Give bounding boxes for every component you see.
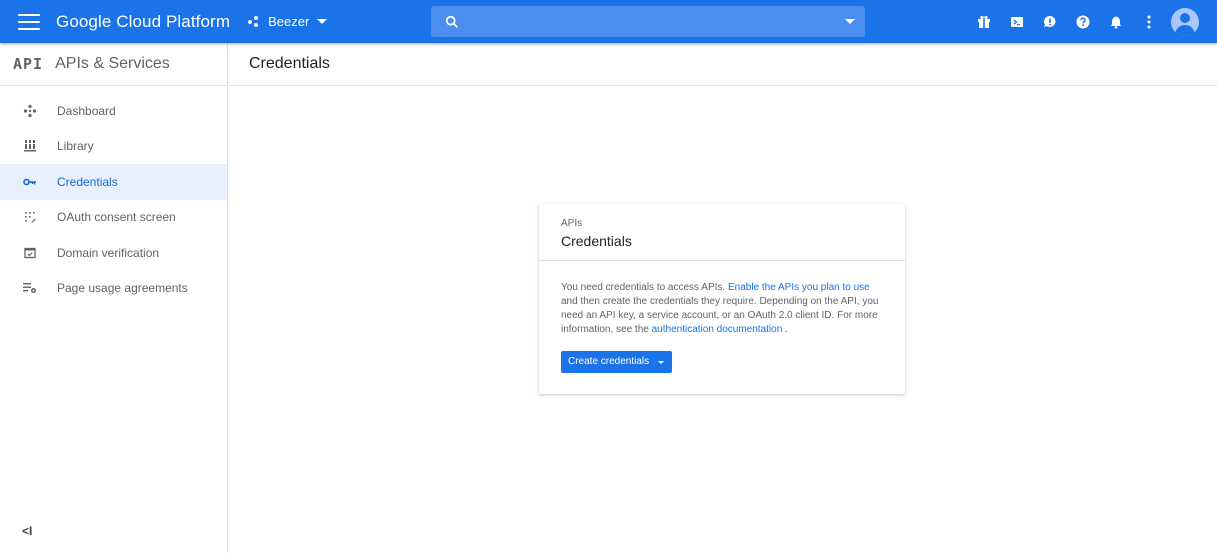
search-icon: [445, 15, 458, 28]
sidebar-item-label: Library: [57, 139, 94, 154]
sidebar-title[interactable]: APIs & Services: [55, 55, 170, 73]
card-body: You need credentials to access APIs. Ena…: [539, 261, 905, 373]
sidebar-item-page-usage[interactable]: Page usage agreements: [0, 271, 227, 307]
enable-apis-link[interactable]: Enable the APIs you plan to use: [728, 282, 870, 293]
search-bar[interactable]: [431, 6, 865, 37]
create-credentials-button[interactable]: Create credentials: [561, 351, 673, 373]
chevron-down-icon: [658, 360, 665, 364]
card-subtitle: APIs: [561, 218, 583, 229]
authentication-docs-link[interactable]: authentication documentation: [652, 324, 783, 335]
credentials-card: APIs Credentials You need credentials to…: [539, 204, 905, 394]
sidebar-header: API APIs & Services: [0, 43, 227, 86]
oauth-icon: [22, 209, 38, 225]
sidebar-item-label: OAuth consent screen: [57, 210, 176, 225]
sidebar-item-domain-verification[interactable]: Domain verification: [0, 235, 227, 271]
settings-list-icon: [22, 280, 38, 296]
card-title: Credentials: [561, 233, 632, 249]
sidebar-item-label: Credentials: [57, 174, 118, 189]
more-vert-icon[interactable]: [1141, 14, 1157, 30]
chevron-down-icon: [317, 19, 328, 24]
library-icon: [22, 138, 38, 154]
sidebar-item-label: Dashboard: [57, 103, 116, 118]
main-content: Credentials APIs Credentials You need cr…: [229, 43, 1217, 553]
help-icon[interactable]: [1075, 14, 1091, 30]
menu-icon[interactable]: [18, 13, 40, 30]
project-dots-icon: [248, 15, 262, 28]
project-selector[interactable]: Beezer: [248, 14, 328, 29]
card-header: APIs Credentials: [539, 204, 905, 261]
sidebar-item-credentials[interactable]: Credentials: [0, 164, 227, 200]
card-description: You need credentials to access APIs. Ena…: [561, 281, 883, 337]
sidebar-nav: Dashboard Library Credentials OAuth cons…: [0, 93, 227, 306]
feedback-icon[interactable]: [1042, 14, 1058, 30]
collapse-sidebar-button[interactable]: <I: [22, 524, 32, 538]
dashboard-icon: [22, 103, 38, 119]
search-input[interactable]: [469, 13, 845, 30]
sidebar-item-oauth-consent[interactable]: OAuth consent screen: [0, 200, 227, 236]
description-text-3: .: [785, 324, 788, 335]
page-title: Credentials: [249, 55, 330, 72]
project-name: Beezer: [268, 14, 310, 29]
api-logo: API: [13, 55, 44, 73]
sidebar: API APIs & Services Dashboard Library Cr…: [0, 43, 228, 553]
sidebar-item-dashboard[interactable]: Dashboard: [0, 93, 227, 129]
cloud-shell-icon[interactable]: [1009, 14, 1025, 30]
gift-icon[interactable]: [976, 14, 992, 30]
key-icon: [22, 174, 38, 190]
search-dropdown-icon[interactable]: [845, 19, 855, 24]
domain-verification-icon: [22, 245, 38, 261]
account-avatar[interactable]: [1171, 7, 1199, 36]
toolbar-icons: [959, 0, 1199, 43]
sidebar-item-library[interactable]: Library: [0, 129, 227, 165]
sidebar-item-label: Page usage agreements: [57, 281, 188, 296]
sidebar-item-label: Domain verification: [57, 245, 160, 260]
bell-icon[interactable]: [1108, 14, 1124, 30]
top-bar: Google Cloud Platform Beezer: [0, 0, 1217, 43]
button-label: Create credentials: [568, 356, 650, 367]
brand-title[interactable]: Google Cloud Platform: [56, 12, 230, 32]
page-header: Credentials: [229, 43, 1217, 86]
description-text-1: You need credentials to access APIs.: [561, 282, 726, 293]
